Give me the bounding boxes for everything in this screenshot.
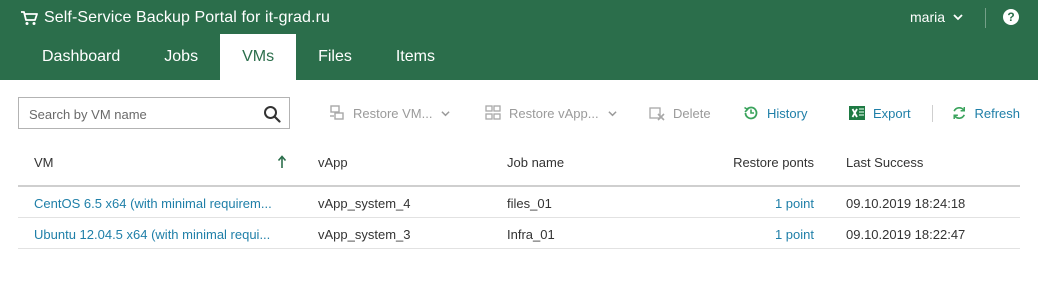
column-header-last-success[interactable]: Last Success xyxy=(846,155,923,170)
restore-points-link[interactable]: 1 point xyxy=(668,196,814,211)
restore-vm-button[interactable]: Restore VM... xyxy=(328,97,451,129)
cart-icon xyxy=(21,11,38,25)
sort-ascending-icon[interactable] xyxy=(277,155,287,169)
search-box xyxy=(18,97,290,129)
tab-dashboard[interactable]: Dashboard xyxy=(20,34,142,80)
column-header-restore-points[interactable]: Restore ponts xyxy=(668,155,814,170)
restore-vapp-icon xyxy=(485,105,501,120)
tab-files[interactable]: Files xyxy=(296,34,374,80)
vapp-cell: vApp_system_3 xyxy=(318,227,411,242)
chevron-down-icon xyxy=(441,110,451,116)
help-icon[interactable]: ? xyxy=(1003,9,1019,25)
refresh-icon xyxy=(953,107,966,119)
search-input[interactable] xyxy=(29,104,259,124)
export-button[interactable]: Export xyxy=(848,97,911,129)
app-title-row: Self-Service Backup Portal for it-grad.r… xyxy=(20,8,330,28)
vm-name-link[interactable]: Ubuntu 12.04.5 x64 (with minimal requi..… xyxy=(34,227,289,242)
delete-icon xyxy=(649,107,665,121)
history-label: History xyxy=(767,105,808,121)
table-row[interactable]: Ubuntu 12.04.5 x64 (with minimal requi..… xyxy=(18,218,1020,249)
table-header: VM vApp Job name Restore ponts Last Succ… xyxy=(18,148,1020,187)
vm-name-link[interactable]: CentOS 6.5 x64 (with minimal requirem... xyxy=(34,196,289,211)
tab-items[interactable]: Items xyxy=(374,34,457,80)
history-icon xyxy=(744,106,758,120)
user-name: maria xyxy=(910,9,946,25)
table-row[interactable]: CentOS 6.5 x64 (with minimal requirem...… xyxy=(18,187,1020,218)
restore-vm-icon xyxy=(330,105,344,120)
export-label: Export xyxy=(873,105,911,121)
restore-vm-label: Restore VM... xyxy=(353,105,433,121)
search-icon[interactable] xyxy=(263,105,281,123)
app-title: Self-Service Backup Portal for it-grad.r… xyxy=(44,9,330,26)
job-name-cell: Infra_01 xyxy=(507,227,555,242)
restore-points-link[interactable]: 1 point xyxy=(668,227,814,242)
job-name-cell: files_01 xyxy=(507,196,552,211)
top-bar: Self-Service Backup Portal for it-grad.r… xyxy=(0,0,1038,80)
column-header-vapp[interactable]: vApp xyxy=(318,155,348,170)
chevron-down-icon xyxy=(953,14,963,21)
tab-vms[interactable]: VMs xyxy=(220,34,297,80)
refresh-label: Refresh xyxy=(974,105,1020,121)
chevron-down-icon xyxy=(608,110,617,116)
history-button[interactable]: History xyxy=(742,97,807,129)
restore-vapp-label: Restore vApp... xyxy=(509,105,599,121)
column-header-vm[interactable]: VM xyxy=(34,155,54,170)
tab-jobs[interactable]: Jobs xyxy=(142,34,220,80)
delete-label: Delete xyxy=(673,105,711,121)
main-tabs: Dashboard Jobs VMs Files Items xyxy=(20,34,457,80)
delete-button[interactable]: Delete xyxy=(648,97,711,129)
header-divider xyxy=(985,8,986,28)
user-menu[interactable]: maria xyxy=(910,9,963,25)
toolbar: Restore VM... Restore vApp... Delete His xyxy=(18,97,1020,129)
excel-icon xyxy=(849,106,865,120)
restore-vapp-button[interactable]: Restore vApp... xyxy=(484,97,617,129)
last-success-cell: 09.10.2019 18:22:47 xyxy=(846,227,966,242)
column-header-job-name[interactable]: Job name xyxy=(507,155,564,170)
refresh-button[interactable]: Refresh xyxy=(951,97,1020,129)
vm-table: VM vApp Job name Restore ponts Last Succ… xyxy=(18,148,1020,249)
last-success-cell: 09.10.2019 18:24:18 xyxy=(846,196,966,211)
vapp-cell: vApp_system_4 xyxy=(318,196,411,211)
toolbar-divider xyxy=(932,105,933,122)
